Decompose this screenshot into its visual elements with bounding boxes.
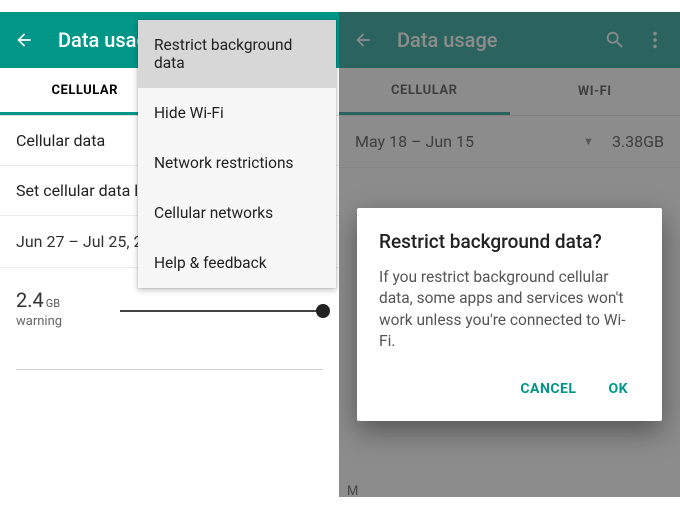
overflow-menu: Restrict background data Hide Wi-Fi Netw… <box>138 20 336 288</box>
slider-caption: warning <box>16 314 68 329</box>
back-icon[interactable] <box>14 30 34 50</box>
slider-value: 2.4 <box>16 288 44 312</box>
slider-thumb[interactable] <box>316 304 330 318</box>
cancel-button[interactable]: CANCEL <box>508 373 588 405</box>
restrict-dialog: Restrict background data? If you restric… <box>357 208 662 421</box>
screen-data-usage-dialog: Data usage CELLULAR WI-FI May 18 – Jun 1… <box>339 12 680 497</box>
ok-button[interactable]: OK <box>596 373 640 405</box>
dialog-body: If you restrict background cellular data… <box>379 267 640 353</box>
menu-network-restrictions[interactable]: Network restrictions <box>138 138 336 188</box>
menu-hide-wifi[interactable]: Hide Wi-Fi <box>138 88 336 138</box>
menu-cellular-networks[interactable]: Cellular networks <box>138 188 336 238</box>
dialog-actions: CANCEL OK <box>379 373 640 411</box>
warning-slider[interactable] <box>120 310 323 312</box>
slider-unit: GB <box>46 297 60 310</box>
divider <box>16 369 323 370</box>
screen-data-usage-menu: Data usage CELLULAR WI-FI Cellular data … <box>0 12 339 497</box>
dialog-title: Restrict background data? <box>379 230 640 253</box>
menu-restrict-background[interactable]: Restrict background data <box>138 20 336 88</box>
slider-info: 2.4GB warning <box>16 288 68 329</box>
menu-help-feedback[interactable]: Help & feedback <box>138 238 336 288</box>
